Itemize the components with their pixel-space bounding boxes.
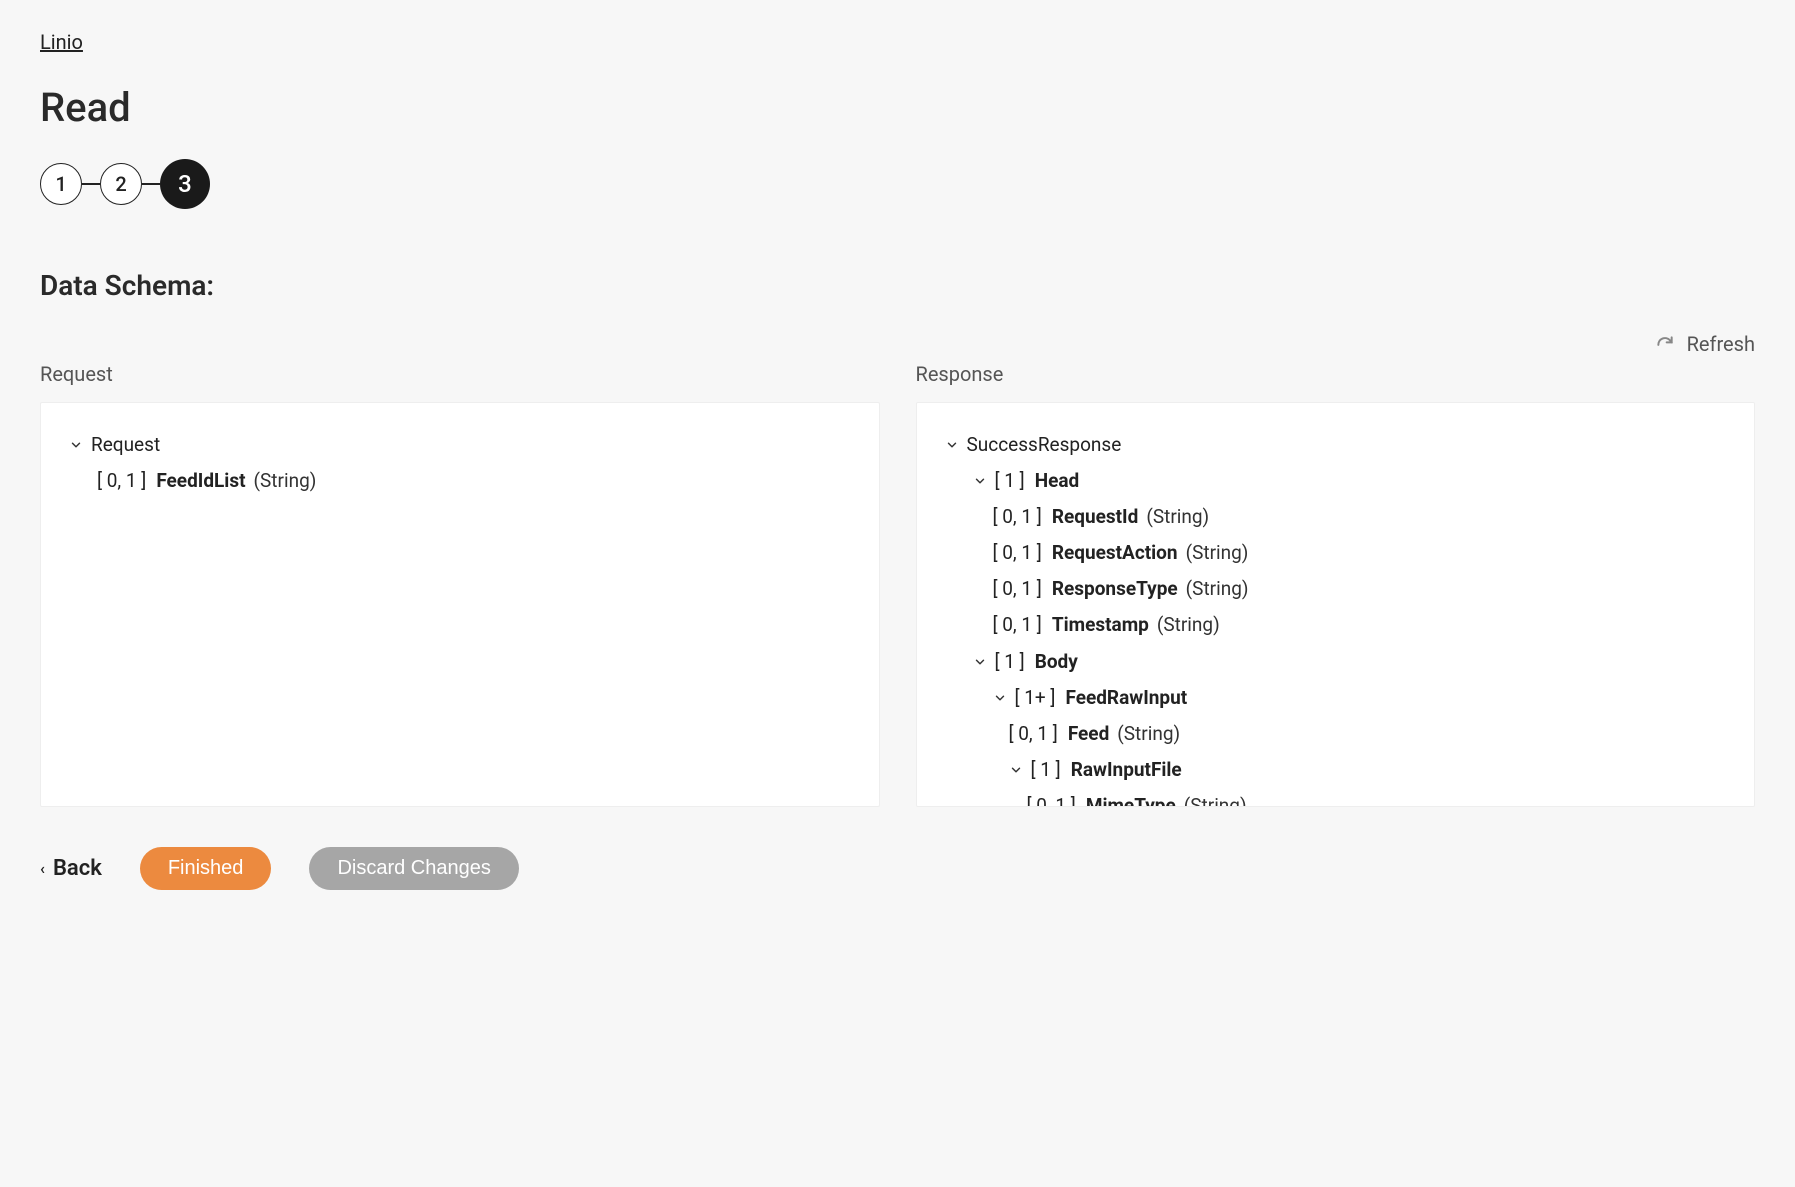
field-name: RequestAction xyxy=(1052,535,1178,571)
field-name: FeedRawInput xyxy=(1065,680,1187,716)
tree-leaf-requestaction[interactable]: [ 0, 1 ] RequestAction (String) xyxy=(945,535,1727,571)
back-button[interactable]: ‹ Back xyxy=(40,856,102,881)
section-title: Data Schema: xyxy=(40,269,1755,302)
field-type: (String) xyxy=(1184,788,1247,807)
schema-columns: Request Request [ 0, 1 ] FeedIdList (Str… xyxy=(40,362,1755,807)
cardinality: [ 1 ] xyxy=(995,463,1025,499)
back-label: Back xyxy=(53,856,102,881)
request-panel: Request [ 0, 1 ] FeedIdList (String) xyxy=(40,402,880,807)
chevron-down-icon xyxy=(945,438,959,452)
cardinality: [ 0, 1 ] xyxy=(1027,788,1076,807)
tree-leaf-feed[interactable]: [ 0, 1 ] Feed (String) xyxy=(945,716,1727,752)
tree-node-feedrawinput[interactable]: [ 1+ ] FeedRawInput xyxy=(945,680,1727,716)
request-header: Request xyxy=(40,362,880,386)
chevron-left-icon: ‹ xyxy=(40,859,45,878)
field-name: Feed xyxy=(1068,716,1109,752)
cardinality: [ 1 ] xyxy=(1031,752,1061,788)
refresh-label: Refresh xyxy=(1687,332,1755,356)
response-column: Response SuccessResponse [ 1 ] Head [ 0,… xyxy=(916,362,1756,807)
tree-leaf-responsetype[interactable]: [ 0, 1 ] ResponseType (String) xyxy=(945,571,1727,607)
response-header: Response xyxy=(916,362,1756,386)
cardinality: [ 0, 1 ] xyxy=(993,607,1042,643)
cardinality: [ 0, 1 ] xyxy=(97,463,146,499)
tree-leaf-mimetype[interactable]: [ 0, 1 ] MimeType (String) xyxy=(945,788,1727,807)
refresh-icon xyxy=(1655,334,1675,354)
refresh-button[interactable]: Refresh xyxy=(40,332,1755,356)
chevron-down-icon xyxy=(69,438,83,452)
cardinality: [ 1+ ] xyxy=(1015,680,1056,716)
field-type: (String) xyxy=(1117,716,1180,752)
field-name: ResponseType xyxy=(1052,571,1178,607)
tree-leaf-requestid[interactable]: [ 0, 1 ] RequestId (String) xyxy=(945,499,1727,535)
chevron-down-icon xyxy=(973,474,987,488)
field-type: (String) xyxy=(1157,607,1220,643)
field-name: Timestamp xyxy=(1052,607,1149,643)
cardinality: [ 0, 1 ] xyxy=(993,535,1042,571)
field-name: MimeType xyxy=(1086,788,1176,807)
field-name: RequestId xyxy=(1052,499,1139,535)
field-type: (String) xyxy=(1146,499,1209,535)
tree-node-body[interactable]: [ 1 ] Body xyxy=(945,644,1727,680)
cardinality: [ 0, 1 ] xyxy=(993,499,1042,535)
cardinality: [ 0, 1 ] xyxy=(1009,716,1058,752)
step-connector xyxy=(142,183,160,185)
field-name: RawInputFile xyxy=(1071,752,1182,788)
field-type: (String) xyxy=(1186,571,1249,607)
cardinality: [ 1 ] xyxy=(995,644,1025,680)
tree-node-label: SuccessResponse xyxy=(967,427,1122,463)
field-name: FeedIdList xyxy=(156,463,245,499)
cardinality: [ 0, 1 ] xyxy=(993,571,1042,607)
tree-node-request[interactable]: Request xyxy=(69,427,851,463)
footer-actions: ‹ Back Finished Discard Changes xyxy=(40,847,1755,890)
breadcrumb-link[interactable]: Linio xyxy=(40,30,83,54)
request-column: Request Request [ 0, 1 ] FeedIdList (Str… xyxy=(40,362,880,807)
tree-node-label: Request xyxy=(91,427,160,463)
field-name: Body xyxy=(1035,644,1078,680)
page-title: Read xyxy=(40,84,1755,131)
stepper: 1 2 3 xyxy=(40,159,1755,209)
tree-node-head[interactable]: [ 1 ] Head xyxy=(945,463,1727,499)
tree-leaf-feedidlist[interactable]: [ 0, 1 ] FeedIdList (String) xyxy=(69,463,851,499)
tree-leaf-timestamp[interactable]: [ 0, 1 ] Timestamp (String) xyxy=(945,607,1727,643)
chevron-down-icon xyxy=(993,691,1007,705)
tree-node-successresponse[interactable]: SuccessResponse xyxy=(945,427,1727,463)
chevron-down-icon xyxy=(1009,763,1023,777)
tree-node-rawinputfile[interactable]: [ 1 ] RawInputFile xyxy=(945,752,1727,788)
discard-button[interactable]: Discard Changes xyxy=(309,847,518,890)
step-3[interactable]: 3 xyxy=(160,159,210,209)
finished-button[interactable]: Finished xyxy=(140,847,272,890)
field-name: Head xyxy=(1035,463,1080,499)
step-1[interactable]: 1 xyxy=(40,163,82,205)
chevron-down-icon xyxy=(973,655,987,669)
response-panel: SuccessResponse [ 1 ] Head [ 0, 1 ] Requ… xyxy=(916,402,1756,807)
field-type: (String) xyxy=(1186,535,1249,571)
step-connector xyxy=(82,183,100,185)
step-2[interactable]: 2 xyxy=(100,163,142,205)
field-type: (String) xyxy=(254,463,317,499)
